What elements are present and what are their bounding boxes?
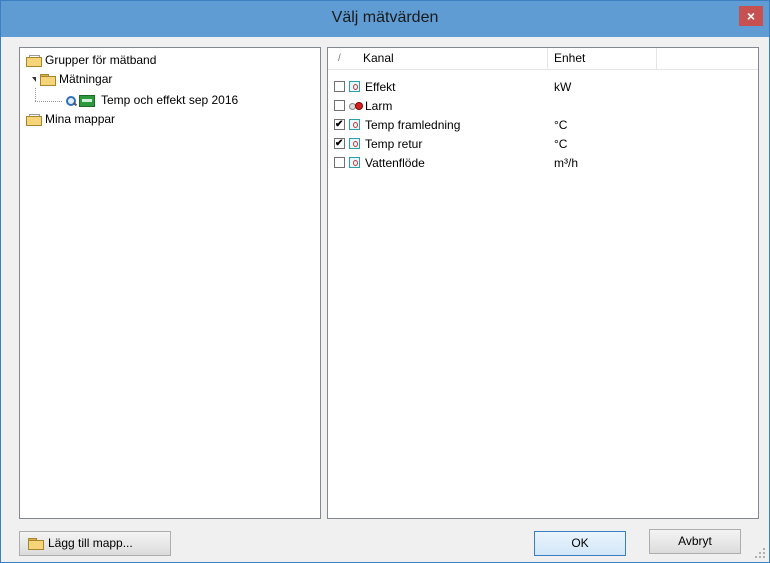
channel-name: Temp framledning: [365, 118, 461, 132]
meter-icon: [349, 157, 360, 168]
sort-indicator-icon: /: [338, 53, 341, 64]
add-folder-label: Lägg till mapp...: [48, 536, 133, 550]
alarm-icon: [349, 102, 363, 110]
list-row-vattenflode[interactable]: Vattenflöde m³/h: [328, 154, 758, 173]
add-folder-button[interactable]: Lägg till mapp...: [19, 531, 171, 556]
dialog-title: Välj mätvärden: [331, 9, 439, 26]
meter-icon: [349, 119, 360, 130]
column-header-enhet[interactable]: Enhet: [548, 48, 657, 69]
channel-unit: °C: [554, 137, 568, 151]
list-header: / Kanal Enhet: [328, 48, 758, 70]
folder-tree[interactable]: Grupper för mätband Mätningar Temp och e…: [19, 47, 321, 519]
tree-item-measurement[interactable]: Temp och effekt sep 2016: [66, 92, 241, 109]
channel-name: Effekt: [365, 80, 396, 94]
cancel-button[interactable]: Avbryt: [649, 529, 741, 554]
measurement-icon: [79, 94, 95, 107]
list-row-larm[interactable]: Larm: [328, 97, 758, 116]
channel-unit: kW: [554, 80, 572, 94]
tree-item-my-folders[interactable]: Mina mappar: [26, 111, 115, 128]
close-button[interactable]: ×: [739, 6, 763, 26]
meter-icon: [349, 138, 360, 149]
ok-button[interactable]: OK: [534, 531, 626, 556]
row-checkbox[interactable]: [334, 138, 345, 149]
channel-name: Vattenflöde: [365, 156, 425, 170]
column-header-kanal[interactable]: / Kanal: [328, 48, 548, 69]
resize-grip-icon[interactable]: [755, 548, 765, 558]
meter-icon: [349, 81, 360, 92]
dialog-window: Välj mätvärden × Grupper för mätband Mät…: [0, 0, 770, 563]
tree-item-label: Temp och effekt sep 2016: [99, 93, 241, 107]
tree-connector: [35, 88, 36, 101]
folder-icon: [28, 538, 44, 551]
open-folder-icon: [26, 114, 42, 127]
title-bar[interactable]: Välj mätvärden ×: [1, 1, 769, 37]
row-checkbox[interactable]: [334, 157, 345, 168]
list-row-effekt[interactable]: Effekt kW: [328, 78, 758, 97]
row-checkbox[interactable]: [334, 81, 345, 92]
channel-unit: °C: [554, 118, 568, 132]
folder-icon: [40, 74, 56, 87]
tree-item-label: Mätningar: [59, 72, 113, 86]
list-row-temp-framledning[interactable]: Temp framledning °C: [328, 116, 758, 135]
channel-name: Larm: [365, 99, 393, 113]
channel-list[interactable]: / Kanal Enhet Effekt kW Larm Temp framle…: [327, 47, 759, 519]
tree-item-groups[interactable]: Grupper för mätband: [26, 52, 156, 69]
tree-connector: [35, 101, 62, 102]
channel-name: Temp retur: [365, 137, 423, 151]
tree-item-label: Grupper för mätband: [45, 53, 157, 67]
collapse-arrow-icon[interactable]: [32, 77, 36, 83]
column-header-empty: [657, 48, 758, 69]
channel-unit: m³/h: [554, 156, 578, 170]
tree-item-label: Mina mappar: [45, 112, 116, 126]
tree-item-matningar[interactable]: Mätningar: [32, 71, 112, 88]
magnifier-icon: [66, 95, 78, 106]
list-row-temp-retur[interactable]: Temp retur °C: [328, 135, 758, 154]
row-checkbox[interactable]: [334, 119, 345, 130]
row-checkbox[interactable]: [334, 100, 345, 111]
open-folder-icon: [26, 55, 42, 68]
